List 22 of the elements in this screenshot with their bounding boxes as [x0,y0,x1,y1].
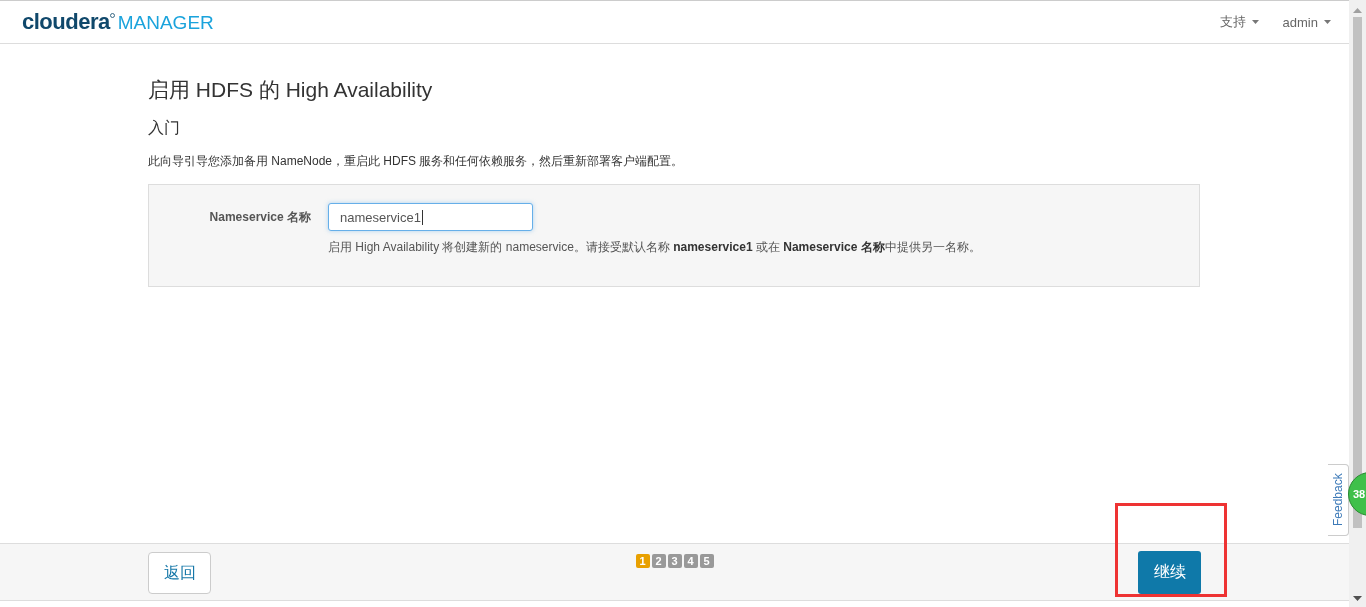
page-title: 启用 HDFS 的 High Availability [148,77,434,103]
scroll-down-icon[interactable] [1353,596,1362,601]
continue-button[interactable]: 继续 [1138,551,1201,594]
field-label: Nameservice 名称 [208,209,311,226]
nav-menu[interactable]: admin [1282,13,1331,31]
section-heading: 入门 [148,118,181,138]
scrollbar[interactable] [1349,0,1366,607]
back-button[interactable]: 返回 [148,552,211,594]
step-indicator[interactable]: 4 [683,554,698,568]
scroll-up-icon[interactable] [1353,8,1362,13]
feedback-tab[interactable]: Feedback [1328,464,1349,536]
intro-text: 此向导引导您添加备用 NameNode，重启此 HDFS 服务和任何依赖服务，然后重新部署客户端配置。 [148,153,685,170]
caret-icon [1251,20,1259,24]
caret-icon [1324,20,1331,24]
help-text: 启用 High Availability 将创建新的 nameservice。请接受默认名称 nameservice1 或在 Nameservice 名称中提供另一名称。 [328,239,981,256]
step-indicator[interactable]: 5 [699,554,714,568]
registered-mark-icon [109,13,115,18]
step-indicator[interactable]: 3 [667,554,682,568]
logo[interactable]: cloudera MANAGER [22,9,214,35]
nav-menu[interactable]: 支持 [1219,13,1259,31]
input-field[interactable]: nameservice1 [328,203,533,231]
step-indicator[interactable]: 2 [651,554,666,568]
